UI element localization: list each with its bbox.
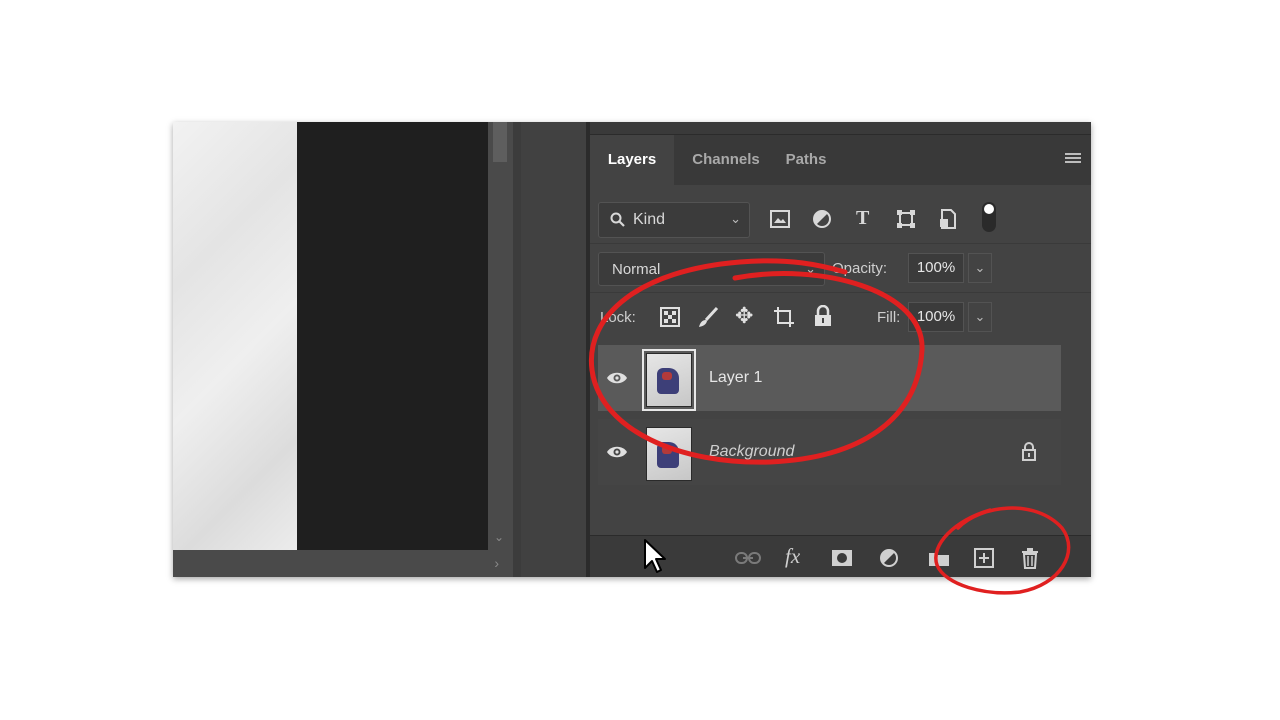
canvas-pasteboard[interactable] — [297, 122, 488, 550]
divider — [590, 292, 1091, 293]
lock-artboard-icon[interactable] — [773, 306, 795, 328]
lock-position-icon[interactable]: ✥ — [735, 303, 753, 329]
new-layer-icon[interactable] — [974, 548, 994, 568]
lock-transparent-pixels-icon[interactable] — [660, 307, 680, 327]
shape-filter-icon[interactable] — [896, 209, 916, 229]
blend-mode-value: Normal — [612, 261, 661, 278]
image-filter-icon[interactable] — [770, 210, 790, 228]
layers-panel: Layers Channels Paths Kind ⌄ T Normal ⌄ … — [590, 122, 1091, 577]
adjustment-layer-icon[interactable] — [880, 549, 900, 569]
opacity-label: Opacity: — [832, 260, 888, 277]
photoshop-screenshot: ⌄ › Layers Channels Paths Kind ⌄ T Norma… — [173, 122, 1091, 577]
divider — [590, 243, 1091, 244]
panel-menu-icon[interactable] — [1065, 153, 1081, 167]
layer-row-layer-1[interactable]: Layer 1 — [598, 345, 1061, 411]
lock-all-icon[interactable] — [814, 305, 832, 327]
filter-kind-dropdown[interactable]: Kind ⌄ — [598, 202, 750, 238]
delete-layer-icon[interactable] — [1021, 547, 1039, 569]
panel-tabs: Layers Channels Paths — [590, 135, 1091, 185]
filter-toggle[interactable] — [982, 202, 996, 232]
adjustment-filter-icon[interactable] — [812, 209, 832, 229]
tab-channels[interactable]: Channels — [680, 135, 772, 185]
add-mask-icon[interactable] — [831, 549, 853, 567]
link-layers-icon[interactable] — [735, 551, 761, 565]
type-filter-icon[interactable]: T — [856, 207, 869, 230]
canvas-horizontal-scrollbar[interactable]: › — [173, 550, 513, 577]
thumbnail-detail — [662, 446, 672, 454]
layer-name[interactable]: Layer 1 — [709, 369, 762, 387]
chevron-down-icon: ⌄ — [805, 261, 816, 276]
mouse-cursor-icon — [644, 539, 666, 573]
chevron-down-icon: ⌄ — [730, 211, 741, 226]
opacity-dropdown-chevron-icon[interactable]: ⌄ — [968, 253, 992, 283]
lock-image-pixels-icon[interactable] — [697, 306, 719, 328]
fill-dropdown-chevron-icon[interactable]: ⌄ — [968, 302, 992, 332]
toggle-knob — [984, 204, 994, 214]
panel-header-strip — [590, 122, 1091, 135]
layer-thumbnail[interactable] — [646, 427, 692, 481]
lock-icon[interactable] — [1021, 441, 1037, 461]
blend-mode-dropdown[interactable]: Normal ⌄ — [598, 252, 825, 286]
panel-gutter — [513, 122, 521, 577]
layer-thumbnail[interactable] — [642, 349, 696, 411]
eye-visibility-icon[interactable] — [606, 445, 628, 459]
opacity-input[interactable]: 100% — [908, 253, 964, 283]
layer-row-background[interactable]: Background — [598, 419, 1061, 485]
collapsed-dock — [521, 122, 586, 577]
layer-style-fx-icon[interactable]: fx — [785, 544, 800, 569]
lock-label: Lock: — [600, 309, 636, 326]
fill-input[interactable]: 100% — [908, 302, 964, 332]
search-icon — [610, 212, 625, 227]
scroll-down-arrow-icon[interactable]: ⌄ — [494, 530, 504, 544]
scroll-right-arrow-icon[interactable]: › — [494, 555, 499, 571]
fill-label: Fill: — [877, 309, 901, 326]
new-group-icon[interactable] — [928, 550, 950, 567]
tab-layers[interactable]: Layers — [590, 135, 674, 185]
scroll-thumb[interactable] — [493, 122, 507, 162]
canvas-image-area[interactable] — [173, 122, 297, 550]
eye-visibility-icon[interactable] — [606, 371, 628, 385]
filter-kind-label: Kind — [633, 211, 666, 228]
layer-name[interactable]: Background — [709, 443, 794, 461]
tab-paths[interactable]: Paths — [776, 135, 836, 185]
canvas-vertical-scrollbar[interactable]: ⌄ — [488, 122, 513, 550]
smart-object-filter-icon[interactable] — [939, 209, 957, 229]
thumbnail-detail — [662, 372, 672, 380]
